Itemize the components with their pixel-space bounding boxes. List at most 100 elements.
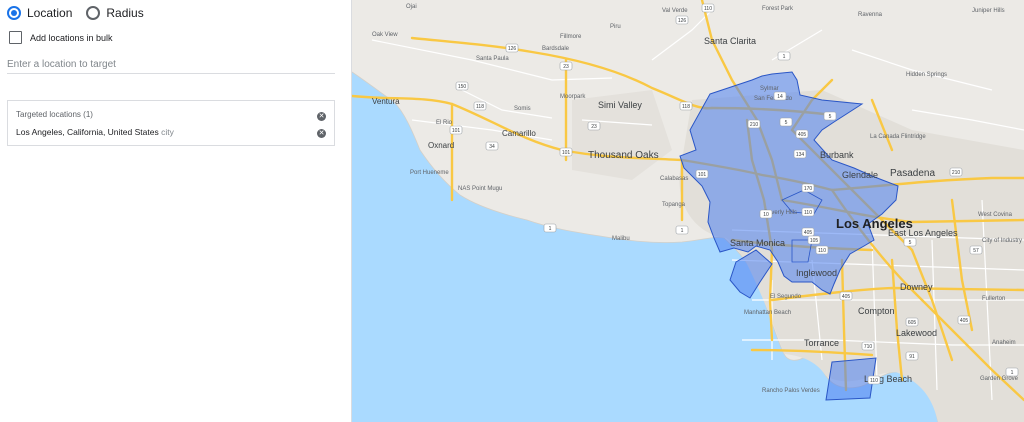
radius-radio-option[interactable]: Radius — [86, 6, 144, 20]
place-label: Fillmore — [560, 34, 582, 40]
route-shield-number: 105 — [810, 238, 819, 244]
route-shield-number: 118 — [476, 104, 484, 110]
route-shield-number: 14 — [777, 94, 783, 100]
route-shield-number: 126 — [508, 46, 517, 52]
place-label: Juniper Hills — [972, 8, 1005, 14]
place-label: West Covina — [978, 212, 1013, 218]
place-label: Piru — [610, 24, 621, 30]
route-shield-number: 134 — [796, 152, 805, 158]
route-shield-number: 605 — [908, 320, 917, 326]
remove-all-locations-button[interactable]: ✕ — [317, 112, 326, 121]
route-shield-number: 110 — [870, 378, 878, 384]
place-label: Somis — [514, 106, 531, 112]
place-label: Oak View — [372, 32, 398, 38]
route-shield-number: 110 — [818, 248, 826, 254]
route-shield-number: 34 — [489, 144, 495, 150]
route-shield-number: 118 — [682, 104, 690, 110]
place-label-los-angeles: Los Angeles — [836, 216, 913, 231]
route-shield-number: 110 — [804, 210, 812, 216]
place-label: Glendale — [842, 170, 878, 180]
place-label: Oxnard — [428, 141, 454, 150]
location-radio-label: Location — [27, 6, 73, 20]
targeted-locations-box: Targeted locations (1) ✕ Los Angeles, Ca… — [7, 100, 335, 146]
route-shield-number: 1 — [549, 226, 552, 232]
targeting-mode-group: Location Radius — [7, 6, 158, 20]
targeted-location-name: Los Angeles, California, United States — [16, 127, 159, 137]
route-shield-number: 57 — [973, 248, 979, 254]
place-label: Burbank — [820, 150, 854, 160]
place-label: Moorpark — [560, 94, 586, 100]
route-shield-number: 1 — [1011, 370, 1014, 376]
route-shield-number: 710 — [864, 344, 873, 350]
place-label: Thousand Oaks — [588, 150, 659, 161]
location-radio-option[interactable]: Location — [7, 6, 72, 20]
route-shield-number: 405 — [804, 230, 813, 236]
remove-location-button[interactable]: ✕ — [317, 129, 326, 138]
route-shield-number: 5 — [829, 114, 832, 120]
route-shield-number: 210 — [952, 170, 961, 176]
bulk-locations-checkbox[interactable] — [9, 31, 22, 44]
map-canvas[interactable]: Ojai Oak View Fillmore Santa Paula Bards… — [352, 0, 1024, 422]
place-label: Anaheim — [992, 340, 1016, 346]
place-label: Malibu — [612, 236, 630, 242]
place-label: Inglewood — [796, 268, 837, 278]
place-label: Fullerton — [982, 296, 1005, 302]
close-icon: ✕ — [318, 113, 325, 120]
place-label: Torrance — [804, 338, 839, 348]
route-shield-number: 91 — [909, 354, 915, 360]
place-label: Santa Paula — [476, 56, 509, 62]
place-label: Port Hueneme — [410, 170, 449, 176]
place-label: Lakewood — [896, 328, 937, 338]
route-shield-number: 405 — [842, 294, 851, 300]
place-label: Sylmar — [760, 86, 779, 92]
place-label: Compton — [858, 306, 895, 316]
route-shield-number: 5 — [909, 240, 912, 246]
targeted-location-type: city — [161, 127, 174, 137]
route-shield-number: 101 — [562, 150, 571, 156]
route-shield-number: 150 — [458, 84, 467, 90]
route-shield-number: 23 — [563, 64, 569, 70]
place-label: Ventura — [372, 97, 400, 106]
route-shield-number: 110 — [704, 6, 712, 12]
place-label: El Segundo — [770, 294, 802, 300]
targeted-locations-heading: Targeted locations (1) — [16, 110, 93, 119]
place-label: NAS Point Mugu — [458, 186, 502, 192]
place-label: Val Verde — [662, 8, 688, 14]
location-search-input[interactable] — [7, 55, 335, 74]
place-label: Ojai — [406, 4, 417, 10]
route-shield-number: 1 — [783, 54, 786, 60]
bulk-locations-label: Add locations in bulk — [30, 32, 113, 43]
radius-radio-button[interactable] — [86, 6, 101, 20]
place-label: Santa Clarita — [704, 36, 756, 46]
place-label: Rancho Palos Verdes — [762, 388, 820, 394]
place-label: San Fernando — [754, 96, 793, 102]
radius-radio-label: Radius — [106, 6, 144, 20]
targeted-location-item: Los Angeles, California, United States c… — [16, 127, 174, 137]
place-label: Simi Valley — [598, 100, 642, 110]
place-label: Calabasas — [660, 176, 688, 182]
place-label: Downey — [900, 282, 933, 292]
route-shield-number: 101 — [698, 172, 707, 178]
route-shield-number: 101 — [452, 128, 461, 134]
location-radio-button[interactable] — [7, 6, 21, 20]
place-label: Forest Park — [762, 6, 794, 12]
map-view[interactable]: Ojai Oak View Fillmore Santa Paula Bards… — [352, 0, 1024, 422]
route-shield-number: 170 — [804, 186, 813, 192]
bulk-locations-toggle[interactable]: Add locations in bulk — [9, 31, 113, 44]
place-label: City of Industry — [982, 238, 1022, 244]
route-shield-number: 5 — [785, 120, 788, 126]
place-label: Camarillo — [502, 129, 536, 138]
place-label: Pasadena — [890, 168, 935, 179]
route-shield-number: 10 — [763, 212, 769, 218]
place-label: Topanga — [662, 202, 686, 208]
place-label: La Canada Flintridge — [870, 134, 926, 140]
place-label: El Rio — [436, 120, 453, 126]
route-shield-number: 23 — [591, 124, 597, 130]
place-label: Ravenna — [858, 12, 883, 18]
location-targeting-panel: Location Radius Add locations in bulk Ta… — [0, 0, 352, 422]
place-label: Bardsdale — [542, 46, 570, 52]
route-shield-number: 405 — [960, 318, 969, 324]
route-shield-number: 1 — [681, 228, 684, 234]
route-shield-number: 210 — [750, 122, 759, 128]
close-icon: ✕ — [318, 130, 325, 137]
